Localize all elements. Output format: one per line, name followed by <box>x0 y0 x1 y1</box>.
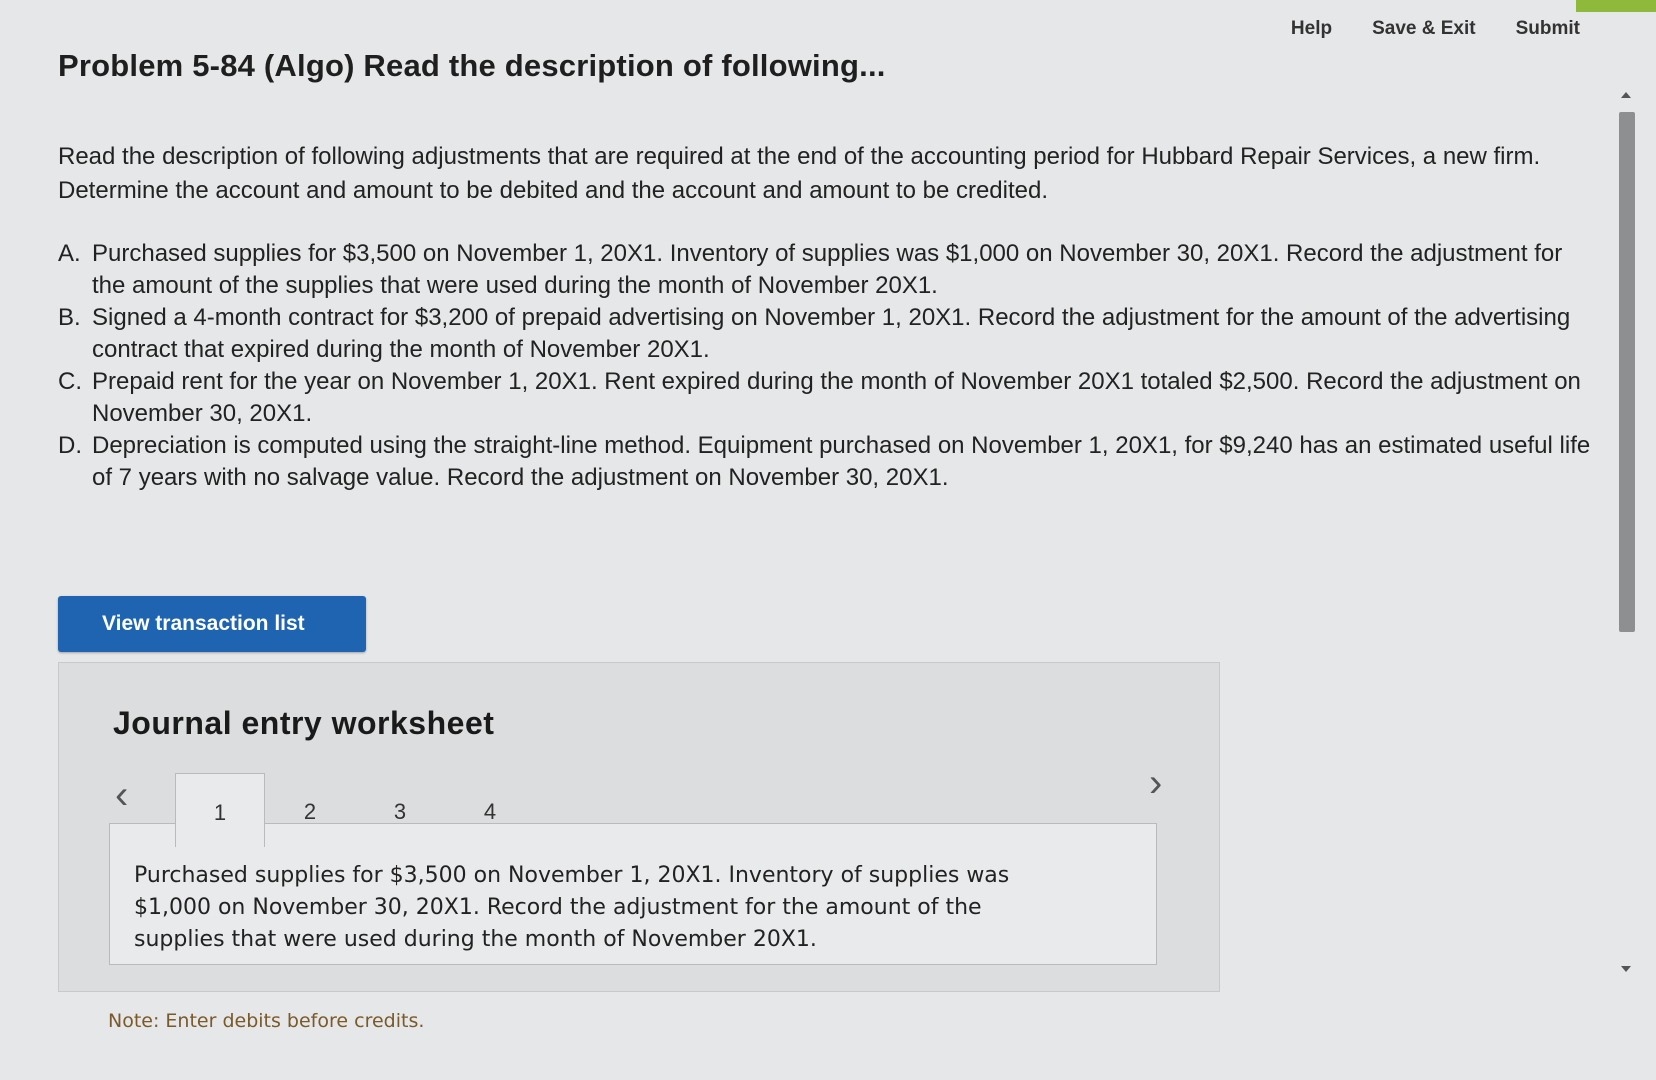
save-exit-link[interactable]: Save & Exit <box>1372 18 1476 40</box>
note-text: Note: Enter debits before credits. <box>108 1010 425 1032</box>
scroll-down-arrow-icon[interactable] <box>1621 966 1631 972</box>
item-letter: D. <box>58 432 82 459</box>
scroll-up-arrow-icon[interactable] <box>1621 92 1631 98</box>
tab-4[interactable]: 4 <box>445 773 535 847</box>
item-text: Signed a 4-month contract for $3,200 of … <box>92 304 1571 363</box>
adjustment-item-b: B. Signed a 4-month contract for $3,200 … <box>58 302 1598 366</box>
page: Help Save & Exit Submit Problem 5-84 (Al… <box>0 0 1656 1080</box>
item-letter: B. <box>58 304 81 331</box>
item-text: Prepaid rent for the year on November 1,… <box>92 368 1581 427</box>
tab-1[interactable]: 1 <box>175 773 265 847</box>
chevron-left-icon[interactable]: ‹ <box>115 775 128 815</box>
scroll-thumb[interactable] <box>1619 112 1635 632</box>
item-letter: A. <box>58 240 81 267</box>
help-link[interactable]: Help <box>1291 18 1332 40</box>
adjustment-item-c: C. Prepaid rent for the year on November… <box>58 366 1598 430</box>
tab-2[interactable]: 2 <box>265 773 355 847</box>
transaction-description: Purchased supplies for $3,500 on Novembe… <box>134 863 1010 952</box>
chevron-right-icon[interactable]: › <box>1149 763 1162 803</box>
problem-title: Problem 5-84 (Algo) Read the description… <box>58 48 886 83</box>
problem-intro: Read the description of following adjust… <box>58 143 1541 204</box>
item-text: Depreciation is computed using the strai… <box>92 432 1591 491</box>
top-accent-bar <box>1576 0 1656 12</box>
tab-3[interactable]: 3 <box>355 773 445 847</box>
item-text: Purchased supplies for $3,500 on Novembe… <box>92 240 1563 299</box>
adjustment-list: A. Purchased supplies for $3,500 on Nove… <box>58 238 1598 494</box>
submit-link[interactable]: Submit <box>1516 18 1580 40</box>
worksheet-title: Journal entry worksheet <box>113 705 495 741</box>
item-letter: C. <box>58 368 82 395</box>
view-transaction-list-button[interactable]: View transaction list <box>58 596 366 652</box>
adjustment-item-d: D. Depreciation is computed using the st… <box>58 430 1598 494</box>
top-navigation: Help Save & Exit Submit <box>1291 18 1580 40</box>
adjustment-item-a: A. Purchased supplies for $3,500 on Nove… <box>58 238 1598 302</box>
vertical-scrollbar[interactable] <box>1616 92 1638 972</box>
journal-entry-worksheet: Journal entry worksheet ‹ Purchased supp… <box>58 662 1220 992</box>
